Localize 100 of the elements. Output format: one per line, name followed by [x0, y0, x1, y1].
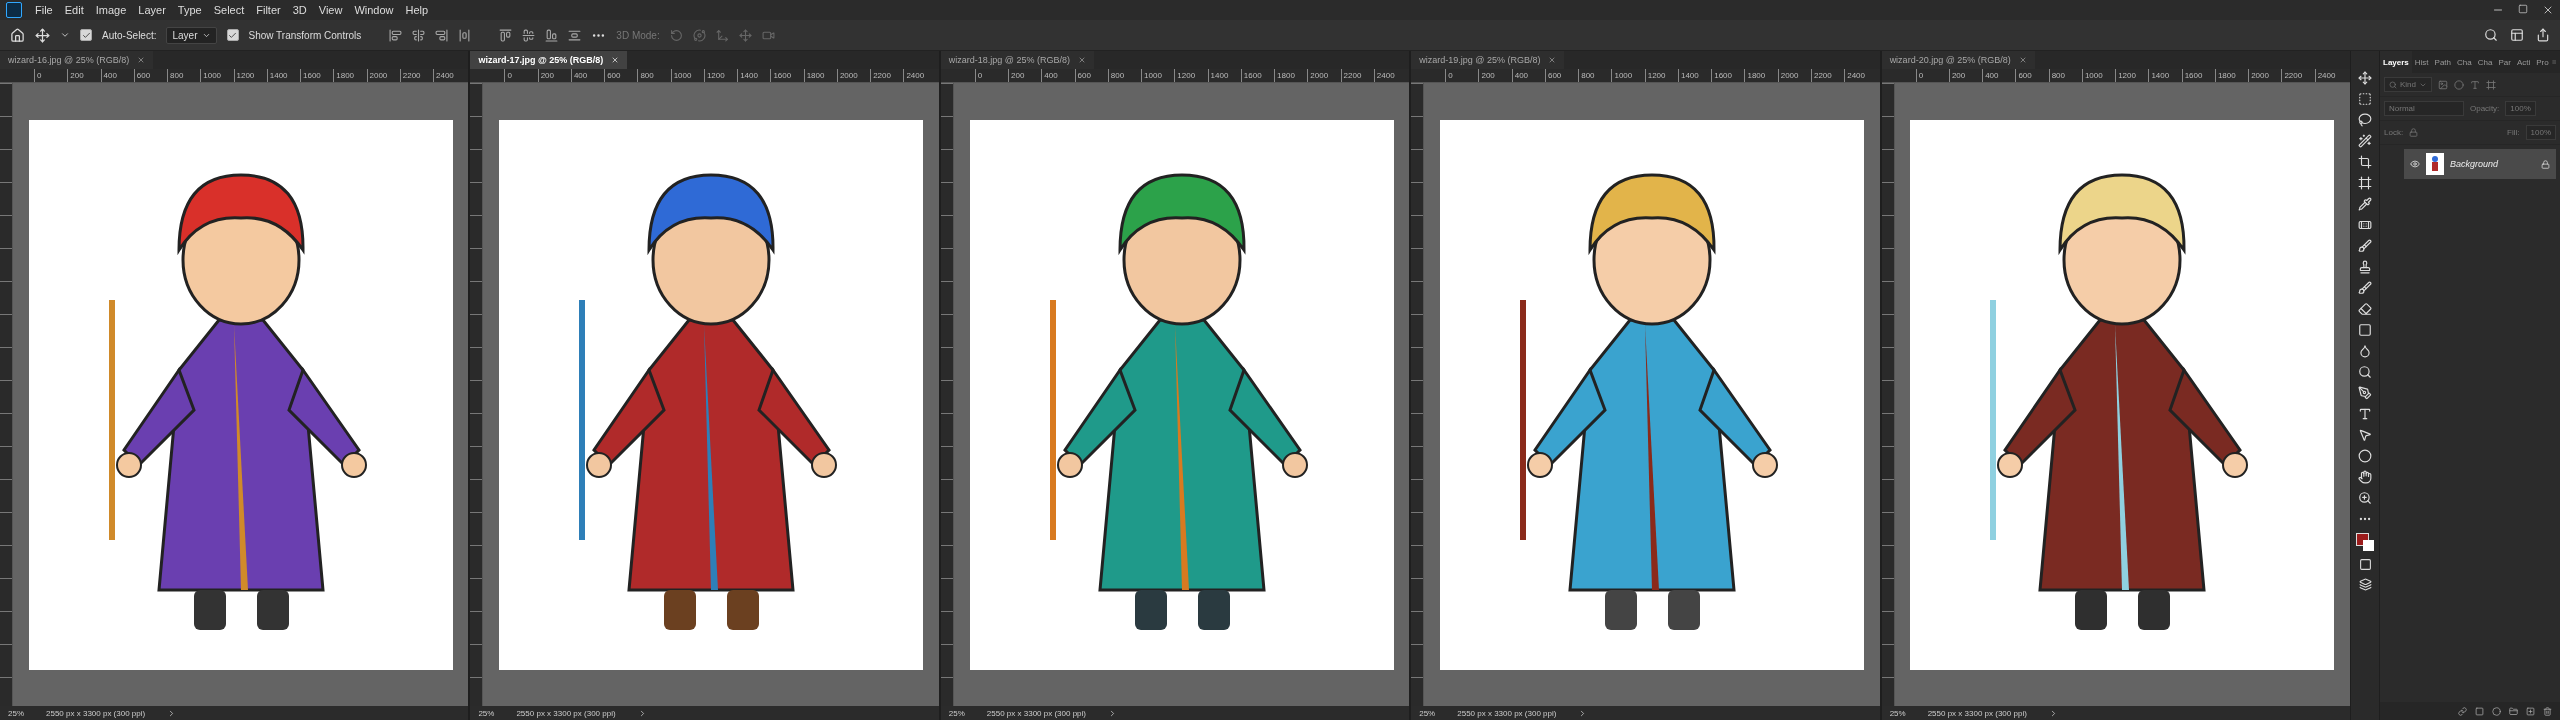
home-icon[interactable]: [10, 27, 25, 43]
align-icon[interactable]: [435, 28, 449, 42]
ruler-label: 1000: [2081, 69, 2116, 82]
align-icon[interactable]: [458, 28, 472, 42]
close-icon[interactable]: [2018, 56, 2027, 64]
layer-dropdown[interactable]: Layer: [166, 26, 217, 44]
type-filter-icon[interactable]: [2470, 79, 2480, 90]
menu-item[interactable]: Type: [172, 2, 207, 18]
pen-tool-icon[interactable]: [2358, 386, 2372, 400]
ellipse-icon[interactable]: [2358, 449, 2372, 463]
panel-tab[interactable]: Cha: [2454, 51, 2475, 73]
menu-item[interactable]: Layer: [133, 2, 171, 18]
zoom-level: 25%: [1419, 708, 1436, 718]
document-tab[interactable]: wizard-16.jpg @ 25% (RGB/8): [0, 51, 154, 69]
panel-tab[interactable]: Hist: [2411, 51, 2432, 73]
document-tab[interactable]: wizard-20.jpg @ 25% (RGB/8): [1881, 51, 2035, 69]
panel-tab[interactable]: Layers: [2380, 51, 2412, 73]
trash-icon[interactable]: [2543, 706, 2552, 716]
menu-item[interactable]: Filter: [251, 2, 286, 18]
ruler-label: 1400: [2148, 69, 2182, 82]
screen-mode-icon[interactable]: [2358, 578, 2372, 591]
stamp-icon[interactable]: [2358, 260, 2372, 274]
panel-tab[interactable]: Par: [2495, 51, 2514, 73]
lock-icon[interactable]: [2409, 128, 2419, 137]
check-icon: [228, 30, 237, 40]
menu-item[interactable]: Help: [400, 2, 434, 18]
eraser-icon[interactable]: [2358, 302, 2372, 316]
workspace-icon[interactable]: [2510, 28, 2524, 42]
eye-icon[interactable]: [2410, 159, 2420, 169]
ruler-label: 1400: [737, 69, 771, 82]
brush-icon[interactable]: [2358, 281, 2372, 295]
align-icon[interactable]: [522, 28, 536, 42]
chevron-icon[interactable]: [1108, 708, 1117, 718]
share-icon[interactable]: [2536, 28, 2550, 42]
ruler-label: 1600: [300, 69, 334, 82]
panel-tab[interactable]: Path: [2431, 51, 2455, 73]
align-icon[interactable]: [568, 28, 582, 42]
ruler-label: 600: [604, 69, 638, 82]
align-icon[interactable]: [389, 28, 403, 42]
align-icon[interactable]: [545, 28, 559, 42]
close-icon[interactable]: [137, 56, 146, 64]
close-icon[interactable]: [2542, 4, 2554, 16]
panel-tab[interactable]: Cha: [2474, 51, 2496, 73]
zoom-level: 25%: [478, 708, 495, 718]
search-icon[interactable]: [2484, 28, 2498, 42]
lasso-tool-icon[interactable]: [2358, 113, 2372, 127]
bandage-icon[interactable]: [2358, 218, 2372, 232]
menu-item[interactable]: 3D: [287, 2, 312, 18]
hand-icon[interactable]: [2358, 470, 2372, 484]
fill-field[interactable]: 100%: [2525, 125, 2556, 140]
menu-item[interactable]: Image: [90, 2, 132, 18]
magnifier-icon[interactable]: [2358, 365, 2372, 379]
color-swatch[interactable]: [2356, 533, 2374, 551]
drop-icon[interactable]: [2358, 344, 2372, 358]
document-tab[interactable]: wizard-18.jpg @ 25% (RGB/8): [940, 51, 1094, 69]
close-icon[interactable]: [1078, 56, 1086, 64]
align-icon[interactable]: [499, 28, 513, 42]
frame-tool-icon[interactable]: [2358, 176, 2372, 190]
panel-tab[interactable]: Acti: [2513, 51, 2534, 73]
maximize-icon[interactable]: [2518, 4, 2528, 14]
type-tool-icon[interactable]: [2358, 407, 2372, 421]
folder-icon[interactable]: [2509, 706, 2518, 716]
new-layer-icon[interactable]: [2526, 706, 2535, 716]
menu-item[interactable]: View: [313, 2, 348, 18]
ruler-label: 2000: [2248, 69, 2282, 82]
filter-field[interactable]: Kind: [2384, 77, 2432, 92]
close-icon[interactable]: [1548, 56, 1557, 64]
eyedropper-icon[interactable]: [2358, 197, 2372, 211]
document-tab[interactable]: wizard-17.jpg @ 25% (RGB/8): [470, 51, 628, 69]
ruler-label: 2400: [903, 69, 937, 82]
move-tool-icon[interactable]: [35, 27, 50, 43]
marquee-tool-icon[interactable]: [2358, 92, 2372, 106]
ruler-label: 1800: [333, 69, 367, 82]
ruler-label: 2000: [836, 69, 871, 82]
link-icon[interactable]: [2458, 706, 2467, 716]
crop-tool-icon[interactable]: [2358, 155, 2372, 169]
menu-item[interactable]: Window: [349, 2, 399, 18]
checkbox[interactable]: [226, 29, 239, 41]
align-icon[interactable]: [412, 28, 426, 42]
pointer-icon[interactable]: [2358, 428, 2372, 442]
magic-wand-icon[interactable]: [2358, 134, 2372, 148]
move-tool-icon[interactable]: [2358, 71, 2372, 85]
zoom-icon[interactable]: [2358, 491, 2372, 505]
mask-icon[interactable]: [2475, 706, 2484, 716]
ruler-label: 2400: [1373, 69, 1408, 82]
image-filter-icon[interactable]: [2438, 79, 2448, 90]
ruler-label: 800: [167, 69, 201, 82]
checkbox[interactable]: [80, 29, 92, 41]
panel-tab[interactable]: Pro: [2533, 51, 2552, 73]
menu-item[interactable]: Edit: [59, 2, 89, 18]
adjustment-icon[interactable]: [2492, 706, 2501, 716]
menu-item[interactable]: File: [30, 2, 58, 18]
caret-icon[interactable]: [60, 30, 70, 40]
shape-filter-icon[interactable]: [2486, 79, 2496, 90]
quick-mask-icon[interactable]: [2358, 558, 2372, 571]
menu-item[interactable]: Select: [208, 2, 250, 18]
layer-row[interactable]: Background: [2404, 149, 2556, 179]
close-icon[interactable]: [611, 56, 620, 64]
brush-icon[interactable]: [2358, 239, 2372, 253]
document-tab[interactable]: wizard-19.jpg @ 25% (RGB/8): [1411, 51, 1565, 69]
